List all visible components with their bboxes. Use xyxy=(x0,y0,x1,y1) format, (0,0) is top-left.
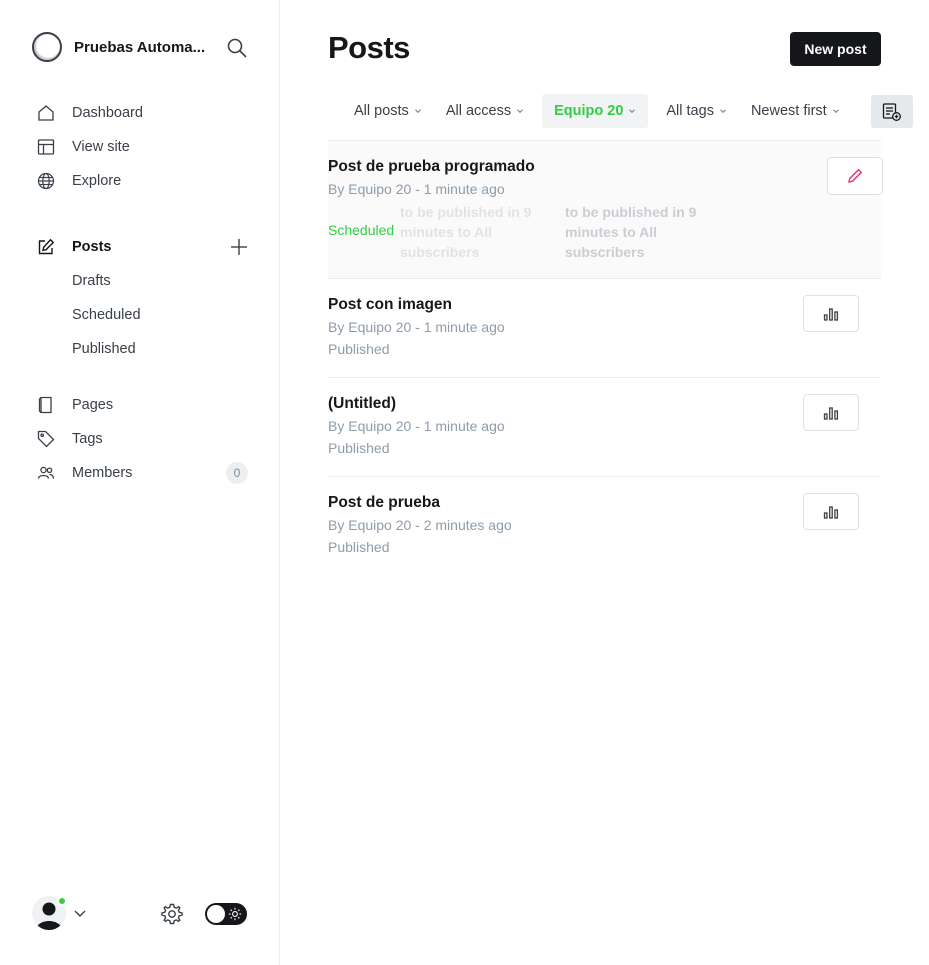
sidebar-footer xyxy=(32,894,248,934)
filter-bar: All posts All access Equipo 20 All tags … xyxy=(342,94,852,128)
post-title[interactable]: Post de prueba programado xyxy=(328,158,535,176)
post-title[interactable]: (Untitled) xyxy=(328,395,396,413)
sidebar-item-drafts[interactable]: Drafts xyxy=(36,264,256,298)
filter-label: All posts xyxy=(354,103,409,119)
sidebar-item-explore[interactable]: Explore xyxy=(36,164,256,198)
sidebar-item-dashboard[interactable]: Dashboard xyxy=(36,96,256,130)
home-icon xyxy=(36,103,56,123)
filter-access-dropdown[interactable]: All access xyxy=(434,94,536,128)
tag-icon xyxy=(36,429,56,449)
new-post-button[interactable]: New post xyxy=(790,32,881,66)
post-stats-button[interactable] xyxy=(803,493,859,530)
sidebar-item-members[interactable]: Members 0 xyxy=(36,456,256,490)
bar-chart-icon xyxy=(823,406,839,420)
brand: Pruebas Automa... xyxy=(32,32,252,62)
members-count-badge: 0 xyxy=(226,462,248,484)
filter-label: All access xyxy=(445,103,512,119)
post-meta: By Equipo 20 - 2 minutes ago xyxy=(328,517,512,533)
bar-chart-icon xyxy=(823,307,839,321)
filter-author-dropdown[interactable]: Equipo 20 xyxy=(542,94,649,128)
post-row[interactable]: (Untitled) By Equipo 20 - 1 minute ago P… xyxy=(328,378,881,477)
chevron-down-icon[interactable] xyxy=(72,905,88,921)
online-status-dot xyxy=(57,896,67,906)
schedule-tooltip: to be published in 9 minutes to All subs… xyxy=(565,204,697,260)
edit-post-button[interactable] xyxy=(827,157,883,195)
sidebar-item-label: Members xyxy=(72,465,133,481)
post-row[interactable]: Post de prueba programado By Equipo 20 -… xyxy=(328,141,883,279)
post-stats-button[interactable] xyxy=(803,295,859,332)
page-icon xyxy=(36,395,56,415)
filter-label: Newest first xyxy=(750,103,827,119)
view-toggle-button[interactable] xyxy=(871,95,913,128)
post-status: Published xyxy=(328,440,390,456)
chevron-down-icon xyxy=(629,109,636,114)
gear-icon[interactable] xyxy=(160,902,184,926)
post-title[interactable]: Post con imagen xyxy=(328,296,452,314)
post-row[interactable]: Post de prueba By Equipo 20 - 2 minutes … xyxy=(328,477,881,576)
sidebar-item-pages[interactable]: Pages xyxy=(36,388,256,422)
sidebar-item-label: Explore xyxy=(72,173,122,189)
post-meta: By Equipo 20 - 1 minute ago xyxy=(328,418,505,434)
nav-content: Posts Drafts Scheduled Published xyxy=(36,230,256,366)
sun-icon xyxy=(228,907,242,921)
filter-order-dropdown[interactable]: Newest first xyxy=(739,94,852,128)
sidebar-item-label: Posts xyxy=(72,239,112,255)
chevron-down-icon xyxy=(720,109,726,114)
list-view-icon xyxy=(882,102,901,121)
post-stats-button[interactable] xyxy=(803,394,859,431)
layout-icon xyxy=(36,137,56,157)
sidebar-item-label: Published xyxy=(72,341,136,357)
toggle-knob xyxy=(207,905,225,923)
edit-icon xyxy=(36,237,56,257)
post-status: Scheduled xyxy=(328,222,395,238)
post-title[interactable]: Post de prueba xyxy=(328,494,440,512)
nav-primary: Dashboard View site Explore xyxy=(36,96,256,198)
pencil-icon xyxy=(848,168,863,183)
nav-site: Pages Tags Members 0 xyxy=(36,388,256,490)
globe-icon xyxy=(36,171,56,191)
users-icon xyxy=(36,463,56,483)
sidebar-item-view-site[interactable]: View site xyxy=(36,130,256,164)
site-name[interactable]: Pruebas Automa... xyxy=(74,39,214,56)
chevron-down-icon xyxy=(832,109,839,114)
post-row[interactable]: Post con imagen By Equipo 20 - 1 minute … xyxy=(328,279,881,378)
sidebar-item-published[interactable]: Published xyxy=(36,332,256,366)
sidebar-item-label: Dashboard xyxy=(72,105,143,121)
add-post-icon[interactable] xyxy=(228,236,250,258)
filter-type-dropdown[interactable]: All posts xyxy=(342,94,434,128)
post-list: Post de prueba programado By Equipo 20 -… xyxy=(328,140,883,576)
sidebar-item-posts[interactable]: Posts xyxy=(36,230,256,264)
page-title: Posts xyxy=(328,30,410,65)
sidebar-item-label: Drafts xyxy=(72,273,111,289)
filter-label: All tags xyxy=(666,103,714,119)
theme-toggle[interactable] xyxy=(205,903,247,925)
sidebar-item-tags[interactable]: Tags xyxy=(36,422,256,456)
post-status: Published xyxy=(328,539,390,555)
search-icon[interactable] xyxy=(226,37,248,59)
sidebar-item-label: View site xyxy=(72,139,130,155)
filter-label: Equipo 20 xyxy=(554,103,624,119)
chevron-down-icon xyxy=(517,109,524,114)
post-status: Published xyxy=(328,341,390,357)
sidebar-item-label: Tags xyxy=(72,431,103,447)
sidebar: Pruebas Automa... Dashboard View site Ex… xyxy=(0,0,280,965)
post-meta: By Equipo 20 - 1 minute ago xyxy=(328,181,505,197)
schedule-tooltip-ghost: to be published in 9 minutes to All subs… xyxy=(400,204,532,260)
sidebar-item-scheduled[interactable]: Scheduled xyxy=(36,298,256,332)
sidebar-item-label: Scheduled xyxy=(72,307,141,323)
site-logo[interactable] xyxy=(32,32,62,62)
chevron-down-icon xyxy=(414,109,421,114)
bar-chart-icon xyxy=(823,505,839,519)
filter-tags-dropdown[interactable]: All tags xyxy=(654,94,739,128)
post-meta: By Equipo 20 - 1 minute ago xyxy=(328,319,505,335)
sidebar-item-label: Pages xyxy=(72,397,114,413)
